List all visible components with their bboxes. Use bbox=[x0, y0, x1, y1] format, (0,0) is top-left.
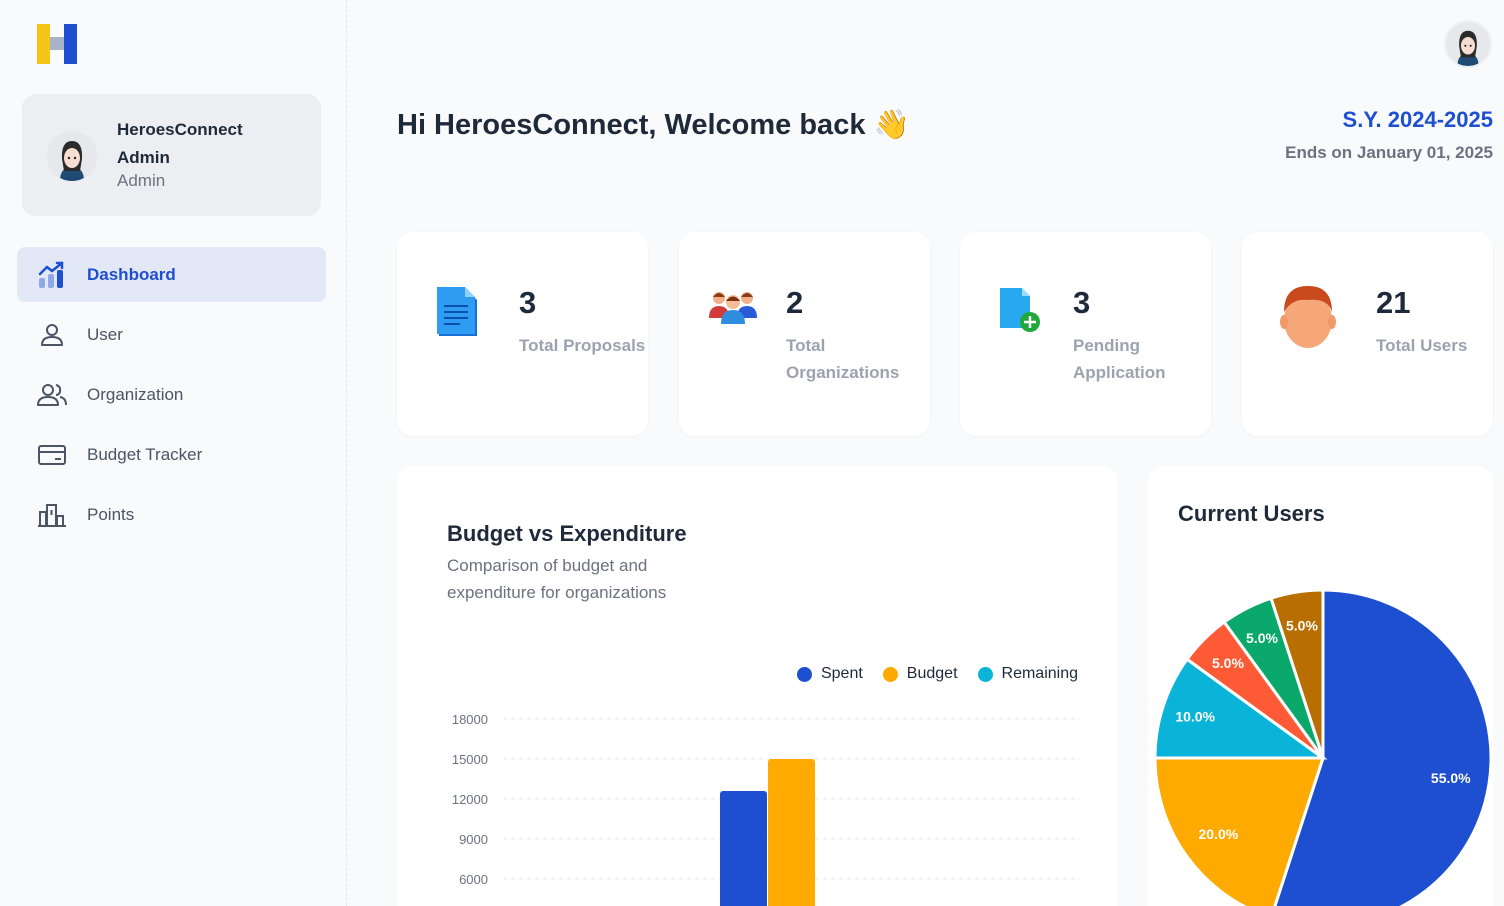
pie-slice-label: 5.0% bbox=[1246, 630, 1278, 646]
legend-label: Remaining bbox=[1001, 665, 1078, 682]
y-tick-label: 18000 bbox=[452, 712, 488, 727]
sidebar-item-label: Organization bbox=[87, 384, 184, 404]
stat-value: 2 bbox=[786, 285, 804, 320]
chart-title: Current Users bbox=[1178, 501, 1325, 526]
profile-card[interactable]: HeroesConnect Admin Admin bbox=[22, 94, 321, 216]
school-year: S.Y. 2024-2025 bbox=[1342, 107, 1493, 132]
profile-name: HeroesConnect Admin bbox=[117, 120, 243, 167]
sidebar-nav: Dashboard User Organization Budget Track… bbox=[17, 247, 326, 547]
group-icon bbox=[709, 288, 757, 324]
stat-card-users[interactable]: 21 Total Users bbox=[1242, 232, 1493, 436]
pie-slice-label: 5.0% bbox=[1286, 617, 1318, 633]
stat-card-organizations[interactable]: 2 Total Organizations bbox=[679, 232, 930, 436]
page-title: Hi HeroesConnect, Welcome back 👋 bbox=[397, 109, 910, 141]
y-tick-label: 12000 bbox=[452, 792, 488, 807]
avatar bbox=[47, 131, 97, 181]
heroesconnect-logo[interactable] bbox=[37, 24, 77, 64]
user-icon bbox=[37, 320, 67, 350]
legend-dot bbox=[977, 666, 993, 682]
legend-label: Spent bbox=[820, 665, 863, 682]
bar-budget[interactable] bbox=[768, 759, 815, 906]
sidebar-item-label: Dashboard bbox=[87, 264, 176, 284]
stat-value: 21 bbox=[1376, 285, 1411, 320]
legend-dot bbox=[882, 666, 898, 682]
legend-label: Budget bbox=[906, 665, 958, 682]
bar-spent[interactable] bbox=[720, 791, 767, 906]
chart-title: Budget vs Expenditure bbox=[447, 521, 687, 546]
legend-item-budget[interactable]: Budget bbox=[882, 665, 958, 683]
y-tick-label: 9000 bbox=[459, 832, 488, 847]
document-icon bbox=[435, 284, 483, 340]
budget-chart-card: Budget vs Expenditure Comparison of budg… bbox=[397, 466, 1118, 906]
pie-chart: 55.0%20.0%10.0%5.0%5.0%5.0% bbox=[1153, 588, 1493, 906]
sidebar-item-organization[interactable]: Organization bbox=[17, 367, 326, 422]
sidebar-item-label: Budget Tracker bbox=[87, 444, 203, 464]
sidebar-item-label: User bbox=[87, 324, 123, 344]
credit-card-icon bbox=[37, 440, 67, 470]
pie-slice-label: 5.0% bbox=[1212, 655, 1244, 671]
stat-value: 3 bbox=[519, 285, 537, 320]
pie-slice-label: 20.0% bbox=[1198, 826, 1238, 842]
chart-growth-icon bbox=[37, 260, 67, 290]
sidebar-item-user[interactable]: User bbox=[17, 307, 326, 362]
stat-label: Total Proposals bbox=[519, 336, 646, 355]
y-tick-label: 15000 bbox=[452, 752, 488, 767]
stat-card-proposals[interactable]: 3 Total Proposals bbox=[397, 232, 648, 436]
stat-label: Total Users bbox=[1376, 336, 1468, 355]
sidebar: HeroesConnect Admin Admin Dashboard User… bbox=[0, 0, 347, 906]
profile-role: Admin bbox=[117, 171, 166, 190]
stat-label: Pending Application bbox=[1073, 336, 1166, 382]
legend-item-spent[interactable]: Spent bbox=[796, 665, 863, 683]
legend-dot bbox=[796, 666, 812, 682]
pie-slice-label: 55.0% bbox=[1431, 770, 1471, 786]
sidebar-item-budget-tracker[interactable]: Budget Tracker bbox=[17, 427, 326, 482]
stat-label: Total Organizations bbox=[786, 336, 900, 382]
add-file-icon bbox=[998, 286, 1046, 342]
user-face-icon bbox=[1278, 282, 1338, 352]
school-year-end-date: Ends on January 01, 2025 bbox=[1285, 143, 1493, 162]
chart-subtitle: Comparison of budget and expenditure for… bbox=[447, 556, 667, 602]
bar-chart: 6000 9000 12000 15000 18000 bbox=[452, 712, 1080, 906]
chart-legend: Spent Budget Remaining bbox=[796, 665, 1078, 683]
pie-slice-label: 10.0% bbox=[1175, 708, 1215, 724]
building-chart-icon bbox=[37, 500, 67, 530]
legend-item-remaining[interactable]: Remaining bbox=[977, 665, 1078, 683]
current-users-card: Current Users 55.0% 20.0% 10.0% 5.0% 5.0% 5.0… bbox=[1148, 466, 1493, 906]
sidebar-item-label: Points bbox=[87, 504, 135, 524]
stat-value: 3 bbox=[1073, 285, 1091, 320]
stat-card-pending-applications[interactable]: 3 Pending Application bbox=[960, 232, 1211, 436]
sidebar-item-points[interactable]: Points bbox=[17, 487, 326, 542]
users-icon bbox=[37, 380, 67, 410]
sidebar-item-dashboard[interactable]: Dashboard bbox=[17, 247, 326, 302]
user-avatar-button[interactable] bbox=[1444, 20, 1492, 68]
y-tick-label: 6000 bbox=[459, 872, 488, 887]
